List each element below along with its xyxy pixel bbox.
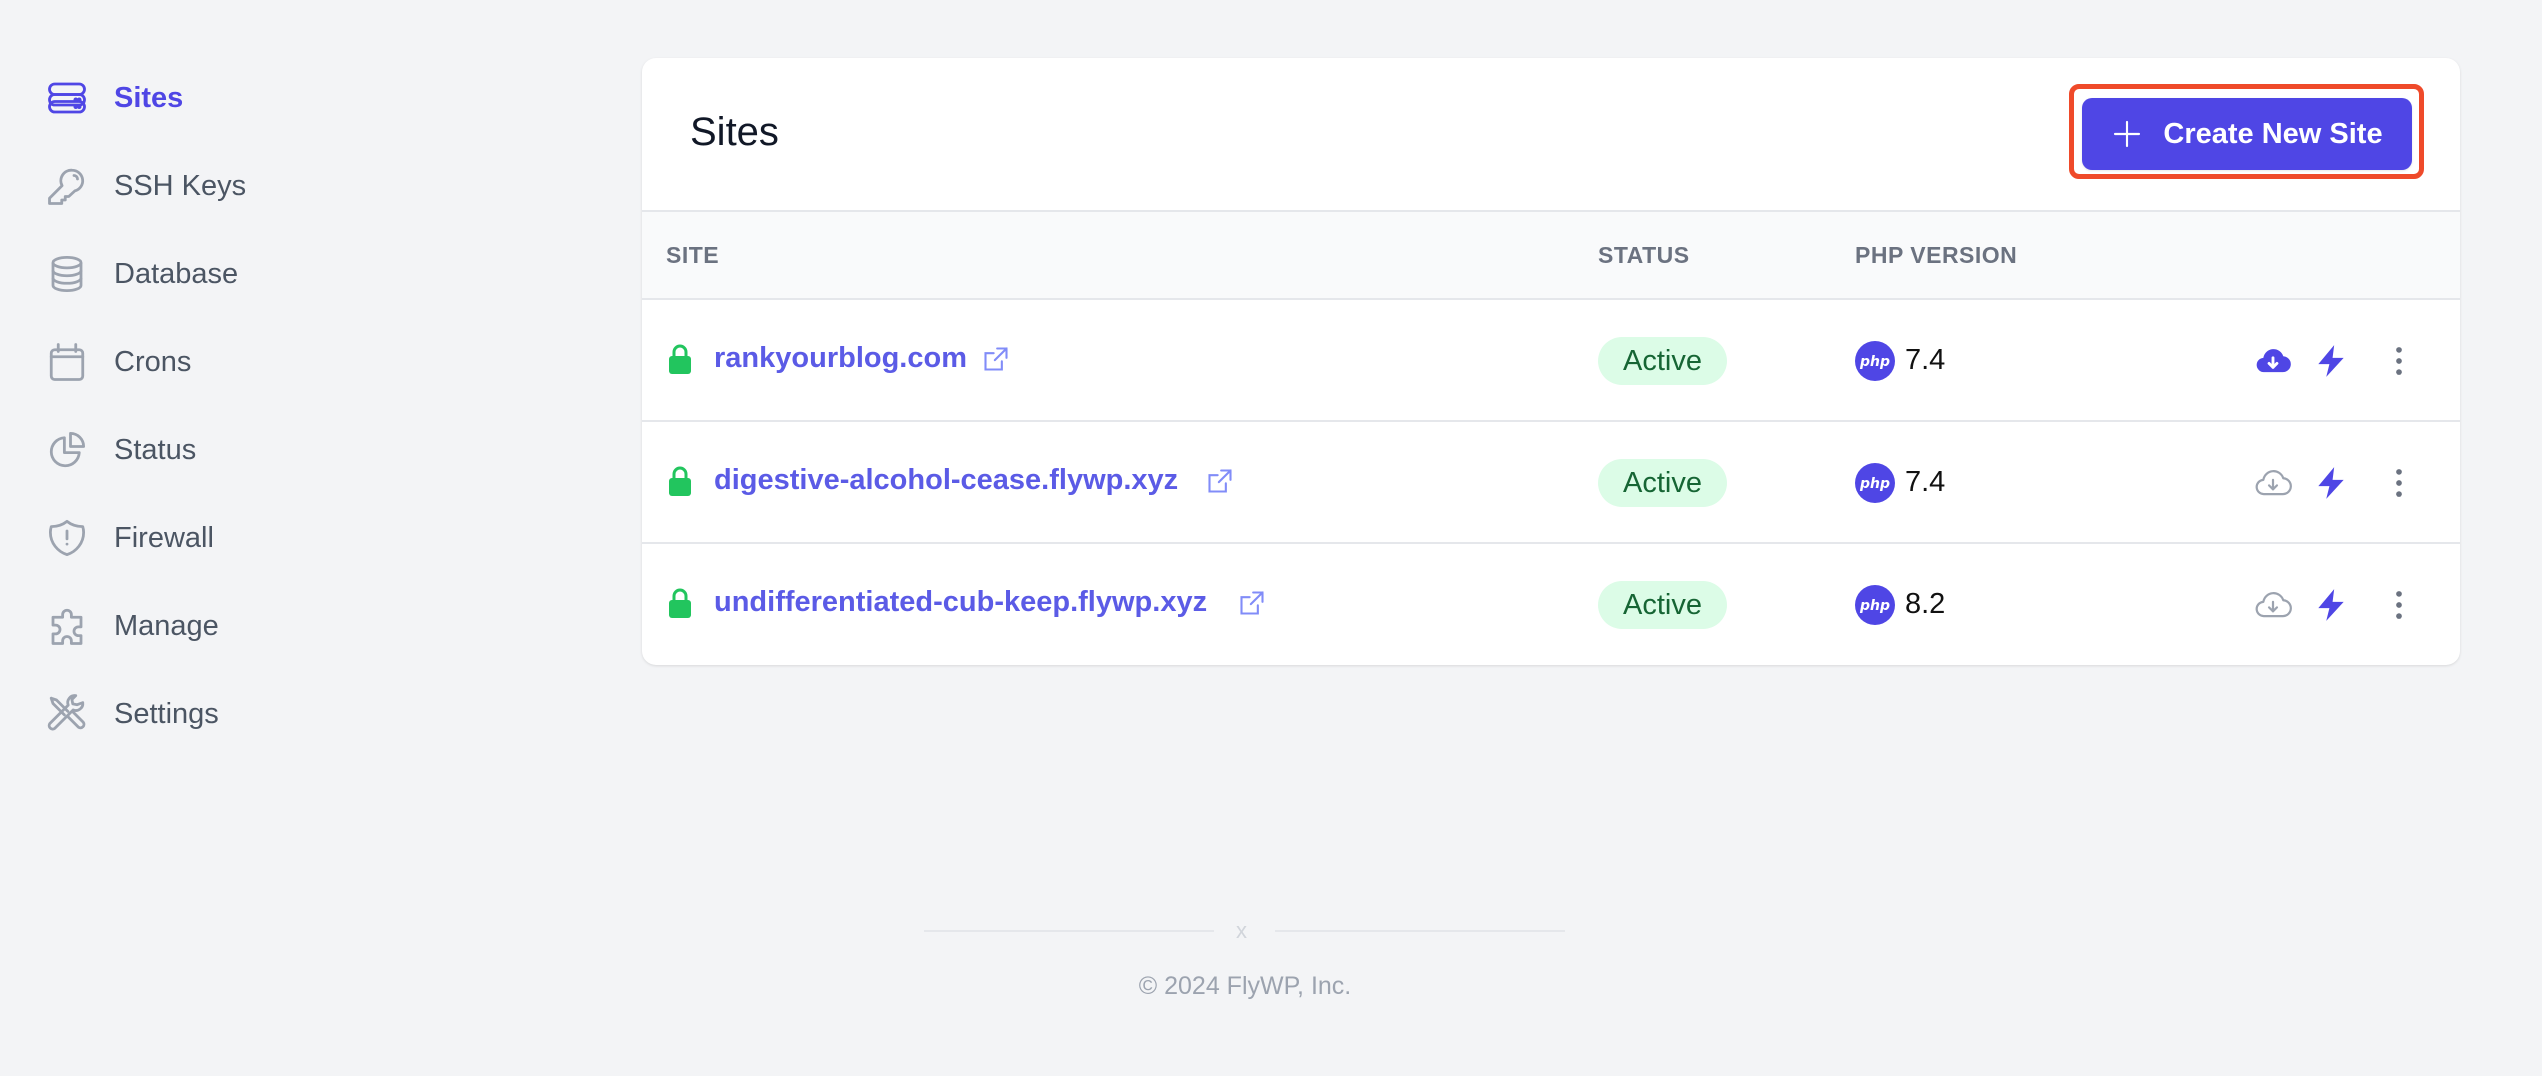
external-link-icon[interactable] [1206,467,1234,495]
sidebar-item-status[interactable]: Status [46,420,446,480]
php-icon: php [1855,585,1895,625]
copyright-text: © 2024 FlyWP, Inc. [1138,972,1352,1000]
sidebar-item-label: Firewall [114,521,214,554]
wrench-screwdriver-icon [46,693,88,735]
table-row: undifferentiated-cub-keep.flywp.xyz Acti… [642,544,2460,665]
column-header-status: STATUS [1598,242,1690,268]
bolt-icon[interactable] [2312,342,2350,380]
status-badge: Active [1598,459,1727,507]
php-version: 8.2 [1905,588,1946,620]
site-link[interactable]: undifferentiated-cub-keep.flywp.xyz [714,586,1207,619]
create-new-site-label: Create New Site [2163,117,2383,150]
lock-icon [669,344,691,374]
sidebar-item-label: Crons [114,345,192,378]
sidebar-item-manage[interactable]: Manage [46,596,446,656]
sites-card: Sites Create New Site SITE STATUS PHP VE… [642,58,2460,665]
server-stack-icon [46,77,88,119]
footer-separator: x [1236,918,1247,943]
table-row: digestive-alcohol-cease.flywp.xyz Active… [642,422,2460,544]
table-header: SITE STATUS PHP VERSION [642,210,2460,300]
page-title: Sites [690,110,779,154]
sidebar-item-sites[interactable]: Sites [46,68,446,128]
php-version: 7.4 [1905,344,1946,376]
sidebar-item-label: Settings [114,697,219,730]
external-link-icon[interactable] [1238,589,1266,617]
site-link[interactable]: digestive-alcohol-cease.flywp.xyz [714,464,1178,497]
php-icon: php [1855,463,1895,503]
external-link-icon[interactable] [982,345,1010,373]
backup-cloud-download-icon[interactable] [2254,464,2292,502]
backup-cloud-download-icon[interactable] [2254,342,2292,380]
bolt-icon[interactable] [2312,586,2350,624]
column-header-site: SITE [666,242,720,268]
pie-chart-icon [46,429,88,471]
column-header-php-version: PHP VERSION [1855,242,2018,268]
backup-cloud-download-icon[interactable] [2254,586,2292,624]
sidebar-item-label: Status [114,433,197,466]
footer-divider-right [1275,930,1565,932]
key-icon [46,165,88,207]
card-header: Sites Create New Site [642,58,2460,210]
create-new-site-button[interactable]: Create New Site [2082,98,2412,170]
footer-divider-left [924,930,1214,932]
plus-icon [2114,120,2141,148]
php-icon: php [1855,341,1895,381]
more-options-icon[interactable] [2380,586,2418,624]
status-badge: Active [1598,337,1727,385]
table-row: rankyourblog.com Active php 7.4 [642,300,2460,422]
status-badge: Active [1598,581,1727,629]
php-version: 7.4 [1905,466,1946,498]
sidebar-item-crons[interactable]: Crons [46,332,446,392]
sidebar-item-settings[interactable]: Settings [46,684,446,744]
database-icon [46,253,88,295]
sidebar-item-label: SSH Keys [114,169,247,202]
more-options-icon[interactable] [2380,342,2418,380]
lock-icon [669,466,691,496]
svg-text:php: php [1859,598,1890,614]
sidebar-item-firewall[interactable]: Firewall [46,508,446,568]
puzzle-icon [46,605,88,647]
sidebar-item-database[interactable]: Database [46,244,446,304]
sidebar-item-label: Database [114,257,239,290]
calendar-icon [46,341,88,383]
bolt-icon[interactable] [2312,464,2350,502]
svg-text:php: php [1859,476,1890,492]
more-options-icon[interactable] [2380,464,2418,502]
sidebar-item-label: Sites [114,81,184,114]
lock-icon [669,588,691,618]
svg-text:php: php [1859,354,1890,370]
site-link[interactable]: rankyourblog.com [714,342,967,375]
shield-exclamation-icon [46,517,88,559]
sidebar-item-label: Manage [114,609,219,642]
sidebar-item-ssh-keys[interactable]: SSH Keys [46,156,446,216]
